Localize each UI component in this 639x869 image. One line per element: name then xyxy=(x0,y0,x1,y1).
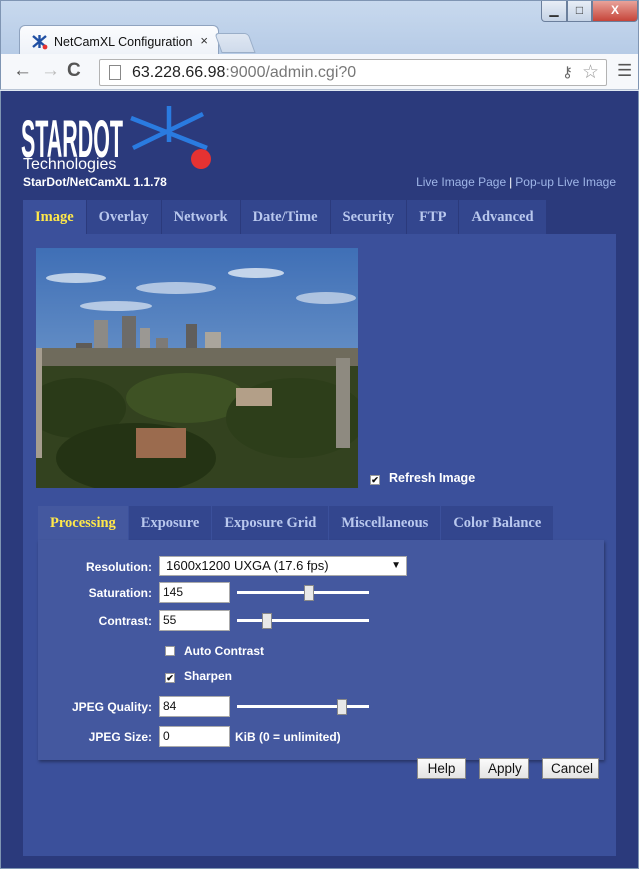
subtab-miscellaneous[interactable]: Miscellaneous xyxy=(329,506,442,540)
help-button[interactable]: Help xyxy=(417,758,466,779)
tab-overlay[interactable]: Overlay xyxy=(86,200,162,234)
reload-icon[interactable]: C xyxy=(67,60,81,82)
jpeg-quality-input[interactable]: 84 xyxy=(159,696,230,717)
url-text[interactable]: 63.228.66.98:9000/admin.cgi?0 xyxy=(132,64,356,82)
cancel-button[interactable]: Cancel xyxy=(542,758,599,779)
tab-image[interactable]: Image xyxy=(23,200,87,234)
slider-thumb[interactable] xyxy=(304,585,314,601)
saturation-row: Saturation: 145 xyxy=(38,582,604,604)
window-maximize-button[interactable]: □ xyxy=(567,1,592,22)
tab-title: NetCamXL Configuration xyxy=(54,35,193,49)
bookmark-star-icon[interactable]: ☆ xyxy=(582,61,599,84)
jpeg-size-input[interactable]: 0 xyxy=(159,726,230,747)
contrast-label: Contrast: xyxy=(98,614,152,628)
resolution-row: Resolution: 1600x1200 UXGA (17.6 fps) ▼ xyxy=(38,556,604,578)
image-sub-tabs: Processing Exposure Exposure Grid Miscel… xyxy=(38,506,555,540)
svg-text:Technologies: Technologies xyxy=(23,156,116,173)
tab-date-time[interactable]: Date/Time xyxy=(240,200,331,234)
subtab-processing[interactable]: Processing xyxy=(38,506,129,540)
tab-ftp[interactable]: FTP xyxy=(407,200,460,234)
auto-contrast-box[interactable] xyxy=(165,646,175,656)
jpeg-size-label: JPEG Size: xyxy=(88,730,152,744)
contrast-input[interactable]: 55 xyxy=(159,610,230,631)
jpeg-size-suffix: KiB (0 = unlimited) xyxy=(235,730,341,744)
jpeg-quality-slider[interactable] xyxy=(237,699,369,715)
apply-button[interactable]: Apply xyxy=(479,758,529,779)
dropdown-arrow-icon: ▼ xyxy=(391,560,401,571)
browser-titlebar: NetCamXL Configuration × ▁ □ X xyxy=(0,0,639,55)
sharpen-checkbox[interactable]: ✔ Sharpen xyxy=(165,669,232,683)
contrast-slider[interactable] xyxy=(237,613,369,629)
jpeg-quality-row: JPEG Quality: 84 xyxy=(38,696,604,718)
main-tabs: Image Overlay Network Date/Time Security… xyxy=(23,200,547,234)
window-close-button[interactable]: X xyxy=(592,1,638,22)
subtab-exposure[interactable]: Exposure xyxy=(128,506,213,540)
model-version: StarDot/NetCamXL 1.1.78 xyxy=(23,175,167,189)
header-links: Live Image Page | Pop-up Live Image xyxy=(416,175,616,189)
page-content: STARDOT Technologies StarDot/NetCamXL 1.… xyxy=(0,91,639,869)
saturation-slider[interactable] xyxy=(237,585,369,601)
refresh-image-check-icon[interactable]: ✔ xyxy=(370,475,380,485)
stardot-logo: STARDOT Technologies xyxy=(21,106,211,173)
slider-thumb[interactable] xyxy=(337,699,347,715)
tab-advanced[interactable]: Advanced xyxy=(459,200,547,234)
subtab-exposure-grid[interactable]: Exposure Grid xyxy=(212,506,330,540)
browser-tab[interactable]: NetCamXL Configuration × xyxy=(19,25,219,55)
key-icon[interactable]: ⚷ xyxy=(562,63,573,81)
subtab-color-balance[interactable]: Color Balance xyxy=(441,506,555,540)
processing-panel: Resolution: 1600x1200 UXGA (17.6 fps) ▼ … xyxy=(38,540,604,760)
refresh-image-checkbox[interactable]: ✔ Refresh Image xyxy=(370,471,475,485)
forward-arrow-icon[interactable]: → xyxy=(41,60,60,82)
camera-preview-image xyxy=(36,248,358,488)
stardot-favicon-icon xyxy=(32,35,48,50)
saturation-label: Saturation: xyxy=(88,586,152,600)
browser-toolbar: ← → C 63.228.66.98:9000/admin.cgi?0 ⚷ ☆ … xyxy=(0,54,639,90)
new-tab-button[interactable] xyxy=(214,33,256,53)
tab-network[interactable]: Network xyxy=(161,200,241,234)
popup-live-image-link[interactable]: Pop-up Live Image xyxy=(515,175,616,189)
back-arrow-icon[interactable]: ← xyxy=(13,60,32,82)
saturation-input[interactable]: 145 xyxy=(159,582,230,603)
address-bar[interactable]: 63.228.66.98:9000/admin.cgi?0 ⚷ ☆ xyxy=(99,59,607,86)
browser-menu-icon[interactable]: ☰ xyxy=(617,61,632,81)
sharpen-check-icon[interactable]: ✔ xyxy=(165,673,175,683)
contrast-row: Contrast: 55 xyxy=(38,610,604,632)
tab-close-icon[interactable]: × xyxy=(200,33,208,48)
refresh-image-label: Refresh Image xyxy=(389,471,476,485)
tab-security[interactable]: Security xyxy=(330,200,408,234)
auto-contrast-checkbox[interactable]: Auto Contrast xyxy=(165,644,264,658)
page-icon xyxy=(109,65,121,80)
jpeg-quality-label: JPEG Quality: xyxy=(71,700,152,714)
slider-thumb[interactable] xyxy=(262,613,272,629)
live-image-link[interactable]: Live Image Page xyxy=(416,175,506,189)
jpeg-size-row: JPEG Size: 0 KiB (0 = unlimited) xyxy=(38,726,604,748)
resolution-label: Resolution: xyxy=(86,560,152,574)
resolution-select[interactable]: 1600x1200 UXGA (17.6 fps) ▼ xyxy=(159,556,407,576)
window-minimize-button[interactable]: ▁ xyxy=(541,1,567,22)
